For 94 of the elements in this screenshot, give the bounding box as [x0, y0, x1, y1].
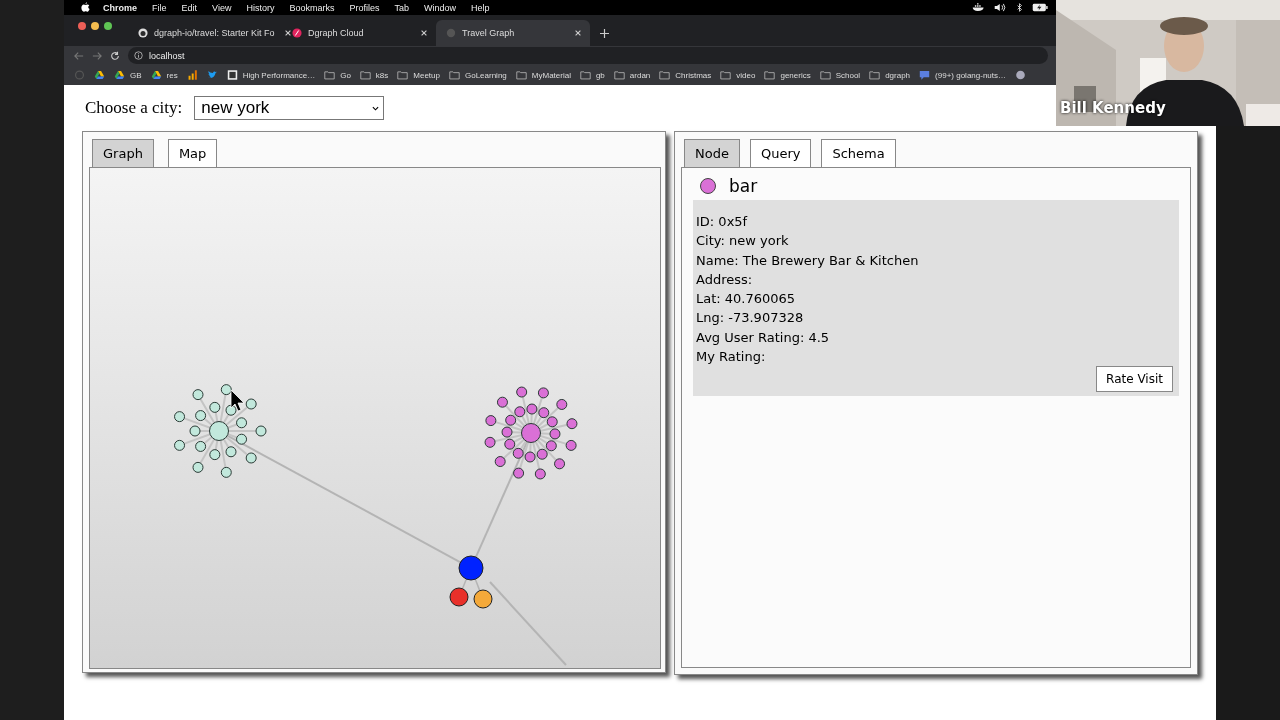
browser-tab[interactable]: Travel Graph [436, 20, 590, 46]
bookmark[interactable]: GoLearning [449, 70, 507, 80]
folder-icon [515, 70, 527, 80]
bookmark[interactable]: High Performance… [226, 70, 316, 80]
panel-tab[interactable]: Node [684, 139, 740, 167]
bookmark[interactable]: GB [114, 70, 142, 80]
close-icon[interactable] [283, 29, 292, 37]
node-type: bar [729, 176, 758, 196]
whale-icon[interactable] [972, 3, 985, 12]
back-icon[interactable] [74, 50, 84, 61]
bookmark[interactable]: Go [324, 70, 351, 80]
bookmark[interactable]: dgraph [869, 70, 911, 80]
bookmark[interactable]: res [150, 70, 178, 80]
node-field: ID: 0x5f [696, 214, 748, 229]
panel-tab[interactable]: Query [749, 139, 812, 167]
folder-icon [659, 70, 671, 80]
menu-item[interactable]: File [152, 2, 167, 13]
bookmark[interactable]: ardan [613, 70, 651, 80]
panel-tab[interactable]: Graph [92, 139, 154, 167]
bookmark[interactable]: generics [764, 70, 811, 80]
bookmark[interactable]: Christmas [659, 70, 712, 80]
node-field: Avg User Rating: 4.5 [696, 329, 830, 345]
forward-icon[interactable] [92, 50, 102, 61]
participant-name: Bill Kennedy [1060, 99, 1166, 117]
chevron-icon [372, 105, 380, 111]
maximize-window-button[interactable] [104, 21, 112, 30]
battery-icon[interactable] [1032, 3, 1048, 12]
address-bar[interactable]: localhost [128, 47, 1048, 64]
node-field: Lng: -73.907328 [696, 310, 804, 326]
menu-item[interactable]: Help [471, 2, 490, 13]
folder-icon [359, 70, 371, 80]
graph-node[interactable] [458, 555, 484, 581]
node-cluster[interactable] [174, 384, 267, 478]
bluetooth-icon[interactable] [1016, 3, 1023, 12]
folder-icon [324, 70, 336, 80]
folder-icon [449, 70, 460, 80]
bookmark[interactable]: k8s [359, 70, 389, 80]
folder-icon [720, 70, 732, 80]
close-window-button[interactable] [78, 21, 86, 30]
menu-item[interactable]: Chrome [103, 2, 137, 13]
bookmark[interactable]: School [819, 70, 861, 80]
site-icon [226, 70, 238, 80]
city-label: Choose a city: [85, 98, 183, 118]
bookmark[interactable]: video [720, 70, 756, 80]
dgraph-icon [292, 28, 302, 38]
page-icon [446, 28, 456, 38]
drive-icon[interactable] [94, 70, 105, 80]
bookmark[interactable]: (99+) golang-nuts… [919, 70, 1006, 80]
graph-node[interactable] [449, 587, 469, 607]
reload-icon[interactable] [110, 50, 120, 61]
cursor-icon [230, 389, 245, 412]
bar-chart-icon[interactable] [186, 70, 198, 80]
graph-node[interactable] [473, 589, 493, 609]
browser-tab[interactable]: dgraph-io/travel: Starter Kit Fo [128, 20, 282, 46]
drive-icon [114, 70, 125, 80]
github-icon [138, 28, 148, 38]
browser-tab[interactable]: Dgraph Cloud [282, 20, 436, 46]
folder-icon [819, 70, 831, 80]
node-field: City: new york [696, 233, 789, 249]
speaker-icon[interactable] [994, 3, 1007, 12]
node-field: Address: [696, 271, 753, 287]
minimize-window-button[interactable] [91, 21, 99, 30]
menu-item[interactable]: View [212, 2, 232, 13]
menu-item[interactable]: Profiles [349, 2, 380, 13]
close-icon[interactable] [420, 29, 428, 37]
folder-icon [869, 70, 881, 80]
chat-icon [919, 70, 931, 80]
panel-tab[interactable]: Map [167, 139, 218, 167]
apple-icon[interactable] [81, 2, 90, 13]
folder-icon [764, 70, 776, 80]
new-tab-icon[interactable] [600, 29, 609, 38]
node-field: Lat: 40.760065 [696, 291, 796, 307]
menu-item[interactable]: Edit [181, 2, 198, 13]
info-icon [134, 51, 143, 60]
bookmark[interactable]: MyMaterial [515, 70, 571, 80]
folder-icon [579, 70, 591, 80]
menu-item[interactable]: History [246, 2, 275, 13]
node-field: Name: The Brewery Bar & Kitchen [696, 252, 919, 268]
close-icon[interactable] [574, 29, 582, 37]
folder-icon [397, 70, 409, 80]
bookmark[interactable]: gb [579, 70, 605, 80]
node-cluster[interactable] [484, 386, 578, 480]
bookmark[interactable]: Meetup [397, 70, 440, 80]
panel-tab[interactable]: Schema [821, 139, 896, 167]
menu-item[interactable]: Bookmarks [289, 2, 335, 13]
folder-icon [613, 70, 625, 80]
bird-icon[interactable] [206, 70, 218, 80]
menu-item[interactable]: Tab [394, 2, 409, 13]
menu-item[interactable]: Window [423, 2, 456, 13]
drive-icon [150, 70, 162, 80]
node-field: My Rating: [696, 349, 766, 365]
rate-visit-button[interactable]: Rate Visit [1096, 366, 1173, 393]
city-select[interactable]: new york [194, 96, 385, 120]
globe-icon[interactable] [1015, 70, 1026, 80]
